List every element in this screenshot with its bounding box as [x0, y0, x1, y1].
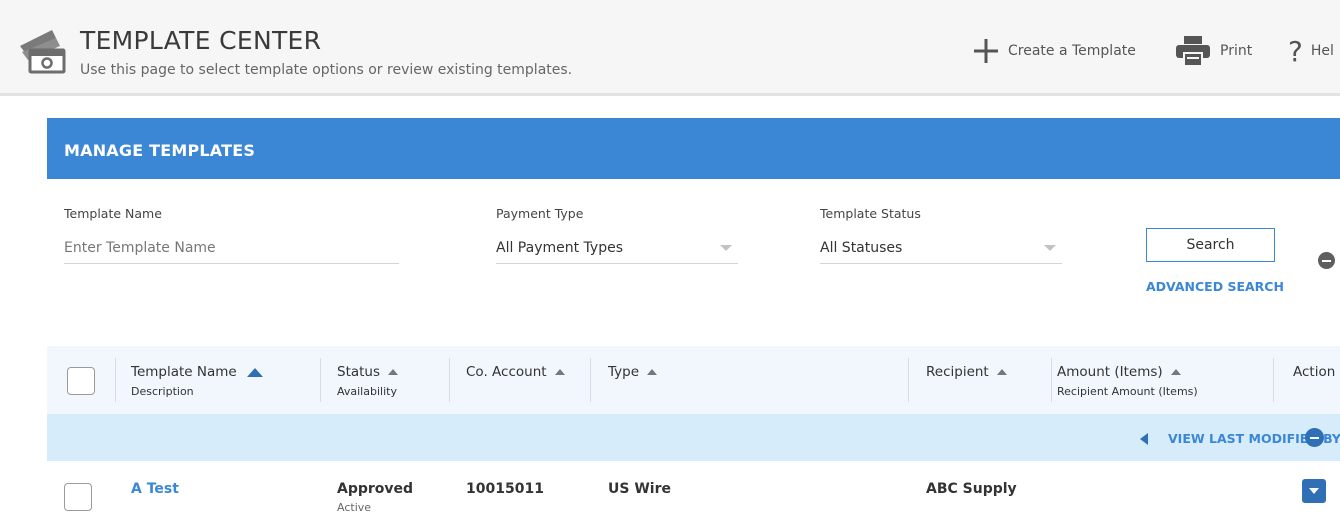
column-divider — [320, 358, 321, 402]
create-template-button[interactable]: Create a Template — [974, 34, 1136, 68]
advanced-search-link[interactable]: ADVANCED SEARCH — [1146, 279, 1284, 294]
chevron-down-icon — [720, 245, 732, 251]
page-subtitle: Use this page to select template options… — [80, 62, 573, 78]
column-title: Recipient — [926, 364, 989, 380]
template-cards-icon — [16, 24, 68, 74]
sort-icon — [554, 369, 565, 375]
create-template-label: Create a Template — [1008, 43, 1136, 59]
column-header-status[interactable]: Status — [337, 364, 399, 380]
row-action-dropdown-button[interactable] — [1302, 479, 1326, 503]
column-subtitle: Description — [131, 385, 194, 398]
column-divider — [115, 358, 116, 402]
column-header-template-name[interactable]: Template Name — [131, 364, 263, 380]
column-divider — [908, 358, 909, 402]
printer-icon — [1176, 36, 1210, 66]
column-header-type[interactable]: Type — [608, 364, 658, 380]
template-name-placeholder: Enter Template Name — [64, 240, 216, 256]
payment-type-label: Payment Type — [496, 206, 584, 221]
template-name-label: Template Name — [64, 206, 162, 221]
manage-templates-header: MANAGE TEMPLATES — [47, 118, 1340, 179]
payment-type-select[interactable]: All Payment Types — [496, 232, 738, 264]
template-name-input[interactable]: Enter Template Name — [64, 232, 399, 264]
type-value: US Wire — [608, 481, 671, 497]
search-button[interactable]: Search — [1146, 228, 1275, 262]
sort-icon — [1170, 369, 1181, 375]
page-header: TEMPLATE CENTER Use this page to select … — [0, 0, 1340, 96]
table-header: Template Name Description Status Availab… — [47, 346, 1340, 414]
collapse-filters-icon[interactable] — [1318, 252, 1335, 269]
column-title: Co. Account — [466, 364, 547, 380]
column-title: Type — [608, 364, 640, 380]
column-divider — [590, 358, 591, 402]
column-title: Template Name — [131, 364, 237, 380]
sort-icon — [388, 369, 399, 375]
payment-type-value: All Payment Types — [496, 240, 623, 256]
print-button[interactable]: Print — [1176, 34, 1252, 68]
column-title: Status — [337, 364, 381, 380]
column-header-co-account[interactable]: Co. Account — [466, 364, 565, 380]
plus-icon — [974, 39, 998, 63]
template-status-select[interactable]: All Statuses — [820, 232, 1062, 264]
column-divider — [449, 358, 450, 402]
chevron-down-icon — [1044, 245, 1056, 251]
question-mark-icon: ? — [1288, 34, 1303, 68]
view-last-modified-bar: VIEW LAST MODIFIED BY — [47, 414, 1340, 461]
column-divider — [1051, 358, 1052, 402]
column-header-amount[interactable]: Amount (Items) — [1057, 364, 1181, 380]
template-status-label: Template Status — [820, 206, 921, 221]
sort-icon — [647, 369, 658, 375]
column-header-action: Action — [1293, 364, 1335, 380]
column-title: Amount (Items) — [1057, 364, 1163, 380]
column-divider — [1273, 358, 1274, 402]
recipient-value: ABC Supply — [926, 481, 1017, 497]
template-status-value: All Statuses — [820, 240, 903, 256]
help-label: Hel — [1310, 43, 1334, 59]
page-title: TEMPLATE CENTER — [80, 26, 322, 55]
help-button[interactable]: ? Hel — [1288, 34, 1334, 68]
column-subtitle: Availability — [337, 385, 397, 398]
select-all-checkbox[interactable] — [67, 367, 95, 395]
availability-value: Active — [337, 501, 372, 514]
sort-ascending-icon — [246, 367, 263, 377]
row-select-checkbox[interactable] — [64, 483, 92, 511]
co-account-value: 10015011 — [466, 481, 544, 497]
column-subtitle: Recipient Amount (Items) — [1057, 385, 1198, 398]
sort-icon — [996, 369, 1007, 375]
column-title: Action — [1293, 364, 1336, 380]
collapse-column-icon[interactable] — [1305, 428, 1324, 447]
print-label: Print — [1220, 43, 1253, 59]
status-value: Approved — [337, 481, 414, 497]
panel-title: MANAGE TEMPLATES — [64, 141, 256, 160]
template-name-link[interactable]: A Test — [131, 481, 179, 497]
column-header-recipient[interactable]: Recipient — [926, 364, 1007, 380]
caret-left-icon — [1140, 432, 1148, 445]
